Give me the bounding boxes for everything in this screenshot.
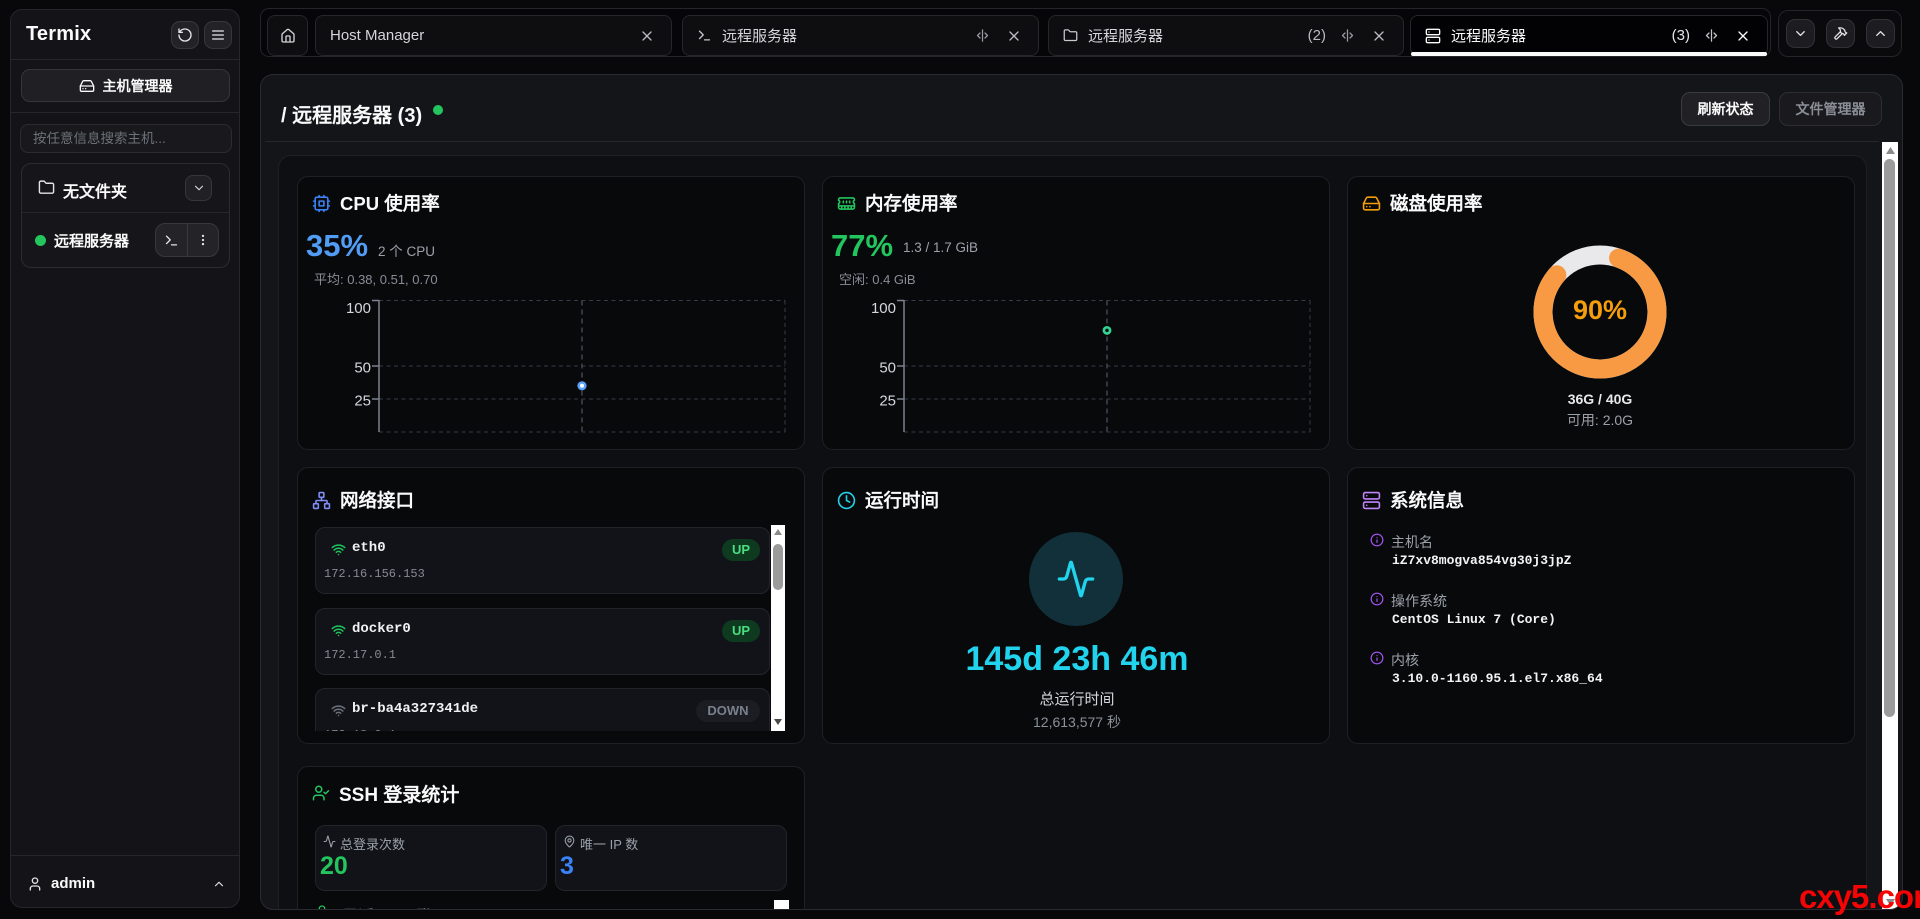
svg-text:100: 100 [871, 300, 896, 317]
svg-text:90%: 90% [1573, 295, 1627, 325]
svg-text:25: 25 [879, 393, 896, 410]
svg-text:可用: 2.0G: 可用: 2.0G [1567, 412, 1633, 428]
svg-text:50: 50 [879, 360, 896, 377]
svg-text:25: 25 [354, 393, 371, 410]
svg-text:36G / 40G: 36G / 40G [1568, 391, 1633, 407]
svg-text:50: 50 [354, 360, 371, 377]
svg-text:100: 100 [346, 300, 371, 317]
